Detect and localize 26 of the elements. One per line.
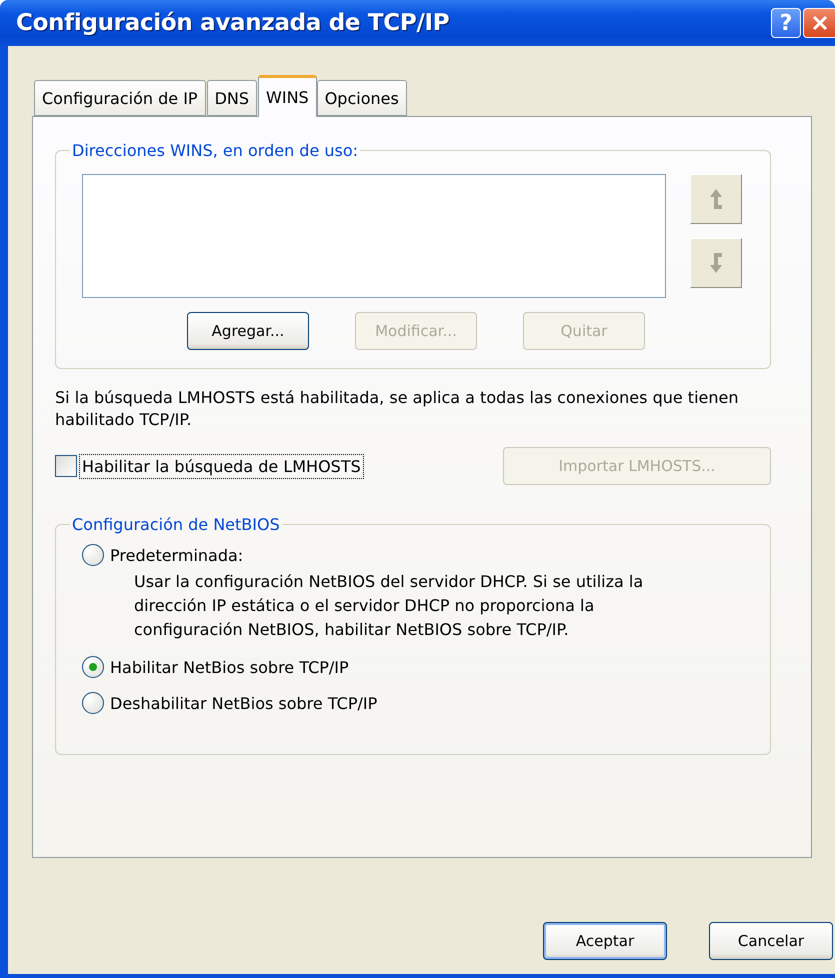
down-arrow-icon — [709, 252, 723, 274]
radio-label[interactable]: Predeterminada: — [110, 546, 244, 564]
radio-label[interactable]: Deshabilitar NetBios sobre TCP/IP — [110, 694, 378, 712]
tab[interactable]: Opciones — [316, 80, 407, 116]
tab[interactable]: DNS — [206, 80, 258, 116]
move-up-button[interactable] — [690, 174, 742, 224]
group-title: Direcciones WINS, en orden de uso: — [71, 141, 360, 160]
dialog-button[interactable]: Agregar... — [187, 312, 309, 350]
radio-button[interactable] — [82, 656, 104, 678]
close-icon — [810, 14, 828, 32]
move-down-button[interactable] — [690, 238, 742, 288]
option-description: Usar la configuración NetBIOS del servidor DHCP. Si se utiliza la dirección IP estática o el servidor DHCP no proporciona la configuración NetBIOS, habilitar NetBIOS sobre TCP/IP. — [134, 571, 644, 641]
up-arrow-icon — [709, 188, 723, 210]
tab[interactable]: Configuración de IP — [34, 80, 206, 116]
window-title: Configuración avanzada de TCP/IP — [16, 10, 450, 36]
dialog-button[interactable]: Aceptar — [543, 922, 667, 960]
checkbox-label[interactable]: Habilitar la búsqueda de LMHOSTS — [80, 454, 363, 478]
tab[interactable]: WINS — [258, 75, 317, 117]
radio-label[interactable]: Habilitar NetBios sobre TCP/IP — [110, 658, 349, 676]
lmhosts-note: Si la búsqueda LMHOSTS está habilitada, se aplica a todas las conexiones que tienen habilitado TCP/IP. — [55, 387, 740, 431]
close-button[interactable] — [803, 8, 835, 38]
radio-button[interactable] — [82, 544, 104, 566]
lmhosts-checkbox[interactable] — [55, 455, 77, 477]
radio-button[interactable] — [82, 692, 104, 714]
group-title: Configuración de NetBIOS — [71, 515, 281, 534]
dialog-button[interactable]: Cancelar — [709, 922, 833, 960]
